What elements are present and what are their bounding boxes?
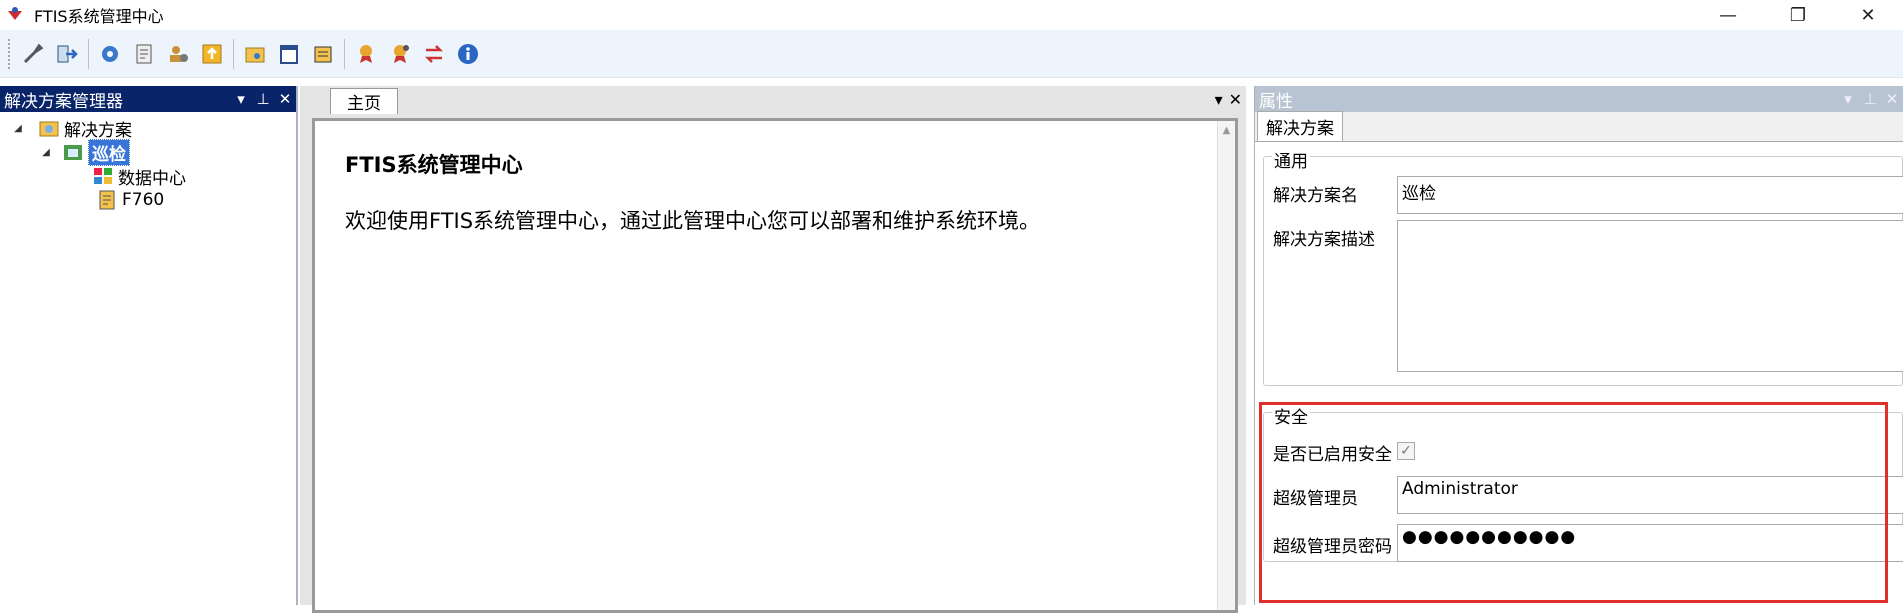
- document-content: FTIS系统管理中心 欢迎使用FTIS系统管理中心，通过此管理中心您可以部署和维…: [312, 118, 1238, 613]
- scroll-up-icon[interactable]: ▲: [1218, 125, 1235, 136]
- tree-node-inspection[interactable]: ◢ 巡检: [0, 138, 296, 166]
- tools-icon[interactable]: [16, 37, 50, 71]
- solution-name-label: 解决方案名: [1273, 186, 1358, 206]
- collapse-triangle-icon[interactable]: ◢: [40, 147, 52, 158]
- dropdown-icon[interactable]: ▾: [1837, 90, 1859, 108]
- solution-icon: [38, 118, 60, 138]
- tree-label-selected: 巡检: [88, 138, 130, 166]
- folder-settings-icon[interactable]: [238, 37, 272, 71]
- panel-close-icon[interactable]: ✕: [274, 90, 296, 108]
- report-icon[interactable]: [127, 37, 161, 71]
- pin-icon[interactable]: ⊥: [1859, 90, 1881, 108]
- toolbar-grip[interactable]: [8, 38, 12, 69]
- properties-title: 属性: [1259, 91, 1293, 112]
- solution-explorer-panel: 解决方案管理器 ▾ ⊥ ✕ ◢ 解决方案 ◢ 巡检 数据中心 F760: [0, 86, 298, 605]
- award-settings-icon[interactable]: [383, 37, 417, 71]
- tab-solution[interactable]: 解决方案: [1257, 111, 1343, 141]
- tab-list-dropdown-icon[interactable]: ▾: [1215, 90, 1223, 109]
- tab-close-icon[interactable]: ✕: [1229, 90, 1242, 109]
- solution-explorer-title: 解决方案管理器: [4, 91, 123, 112]
- properties-header: 属性 ▾ ⊥ ✕: [1255, 86, 1903, 112]
- minimize-button[interactable]: —: [1693, 0, 1763, 30]
- page-title: FTIS系统管理中心: [345, 153, 523, 177]
- restore-button[interactable]: ❐: [1763, 0, 1833, 30]
- properties-tabbar: 解决方案: [1255, 111, 1903, 142]
- tree-node-f760[interactable]: F760: [0, 188, 296, 212]
- info-icon[interactable]: [451, 37, 485, 71]
- tree-node-datacenter[interactable]: 数据中心: [0, 164, 296, 189]
- vertical-scrollbar[interactable]: ▲: [1217, 121, 1235, 610]
- welcome-text: 欢迎使用FTIS系统管理中心，通过此管理中心您可以部署和维护系统环境。: [345, 209, 1041, 233]
- app-icon: [4, 4, 26, 26]
- pin-icon[interactable]: ⊥: [252, 90, 274, 108]
- tab-home[interactable]: 主页: [330, 88, 398, 114]
- award-icon[interactable]: [349, 37, 383, 71]
- device-icon: [96, 190, 118, 210]
- title-bar: FTIS系统管理中心 — ❐ ✕: [0, 0, 1903, 30]
- dropdown-icon[interactable]: ▾: [230, 90, 252, 108]
- properties-panel: 属性 ▾ ⊥ ✕ 解决方案 通用 解决方案名 巡检 解决方案描述 安全 是否已启…: [1254, 86, 1903, 605]
- document-tabbar: 主页 ▾ ✕: [300, 86, 1246, 114]
- security-highlight-box: [1259, 402, 1888, 603]
- calendar-icon[interactable]: [272, 37, 306, 71]
- collapse-triangle-icon[interactable]: ◢: [12, 123, 24, 134]
- solution-explorer-header: 解决方案管理器 ▾ ⊥ ✕: [0, 86, 296, 112]
- document-panel: 主页 ▾ ✕ FTIS系统管理中心 欢迎使用FTIS系统管理中心，通过此管理中心…: [300, 86, 1246, 613]
- datacenter-icon: [92, 166, 114, 186]
- solution-name-input[interactable]: 巡检: [1397, 176, 1903, 214]
- transfer-icon[interactable]: [417, 37, 451, 71]
- close-button[interactable]: ✕: [1833, 0, 1903, 30]
- solution-description-textarea[interactable]: [1397, 220, 1903, 372]
- project-icon: [62, 142, 84, 162]
- window-title: FTIS系统管理中心: [34, 7, 164, 26]
- solution-tree: ◢ 解决方案 ◢ 巡检 数据中心 F760: [0, 112, 296, 212]
- exit-icon[interactable]: [50, 37, 84, 71]
- upload-icon[interactable]: [195, 37, 229, 71]
- tree-node-solution[interactable]: ◢ 解决方案: [0, 116, 296, 141]
- clipboard-icon[interactable]: [306, 37, 340, 71]
- user-config-icon[interactable]: [161, 37, 195, 71]
- settings-gear-icon[interactable]: [93, 37, 127, 71]
- panel-close-icon[interactable]: ✕: [1881, 90, 1903, 108]
- solution-description-label: 解决方案描述: [1273, 230, 1375, 250]
- general-group-title: 通用: [1272, 147, 1310, 172]
- toolbar: [0, 30, 1903, 78]
- properties-body: 通用 解决方案名 巡检 解决方案描述 安全 是否已启用安全 ✓ 超级管理员 Ad…: [1255, 142, 1903, 605]
